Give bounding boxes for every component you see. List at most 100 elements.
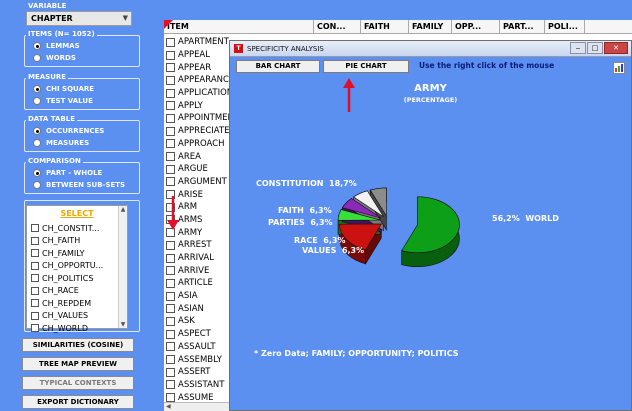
radio-icon[interactable] bbox=[33, 97, 41, 105]
checkbox-icon[interactable] bbox=[31, 324, 39, 333]
checkbox-icon[interactable] bbox=[31, 224, 39, 233]
column-header-faith[interactable]: FAITH bbox=[361, 20, 409, 33]
checkbox-icon[interactable] bbox=[31, 249, 39, 258]
table-row[interactable]: ARREST bbox=[166, 239, 230, 252]
table-row[interactable]: ASSERT bbox=[166, 366, 230, 379]
subset-list-item[interactable]: CH_FAMILY bbox=[27, 247, 127, 260]
checkbox-icon[interactable] bbox=[166, 101, 175, 111]
table-row[interactable]: ASIA bbox=[166, 290, 230, 303]
column-header-opp[interactable]: OPP... bbox=[452, 20, 500, 33]
checkbox-icon[interactable] bbox=[166, 37, 175, 47]
checkbox-icon[interactable] bbox=[166, 88, 175, 98]
checkbox-icon[interactable] bbox=[166, 393, 175, 403]
radio-between-subsets[interactable]: BETWEEN SUB-SETS bbox=[25, 179, 139, 191]
table-row[interactable]: ARGUE bbox=[166, 163, 230, 176]
checkbox-icon[interactable] bbox=[166, 367, 175, 377]
radio-lemmas[interactable]: LEMMAS bbox=[25, 40, 139, 52]
subset-list-item[interactable]: CH_VALUES bbox=[27, 310, 127, 323]
checkbox-icon[interactable] bbox=[166, 355, 175, 365]
checkbox-icon[interactable] bbox=[166, 152, 175, 162]
checkbox-icon[interactable] bbox=[166, 329, 175, 339]
subset-list-item[interactable]: CH_CONSTIT... bbox=[27, 222, 127, 235]
column-header-item[interactable]: ITEM bbox=[164, 20, 314, 33]
radio-selected-icon[interactable] bbox=[33, 127, 41, 135]
select-link[interactable]: SELECT bbox=[27, 209, 127, 218]
table-row[interactable]: AREA bbox=[166, 150, 230, 163]
export-dictionary-button[interactable]: EXPORT DICTIONARY bbox=[22, 395, 134, 409]
radio-selected-icon[interactable] bbox=[33, 85, 41, 93]
similarities-button[interactable]: SIMILARITIES (COSINE) bbox=[22, 338, 134, 352]
table-row[interactable]: APPEARANCE bbox=[166, 74, 230, 87]
table-row[interactable]: ARGUMENT bbox=[166, 176, 230, 189]
checkbox-icon[interactable] bbox=[166, 380, 175, 390]
scroll-up-icon[interactable]: ▲ bbox=[119, 206, 127, 213]
scroll-left-icon[interactable]: ◀ bbox=[166, 403, 171, 410]
table-row[interactable]: APPROACH bbox=[166, 138, 230, 151]
chevron-down-icon[interactable]: ▼ bbox=[123, 14, 128, 22]
table-row[interactable]: APPLY bbox=[166, 99, 230, 112]
column-header-poli[interactable]: POLI... bbox=[545, 20, 585, 33]
table-row[interactable]: APPRECIATE bbox=[166, 125, 230, 138]
typical-contexts-button[interactable]: TYPICAL CONTEXTS bbox=[22, 376, 134, 390]
checkbox-icon[interactable] bbox=[166, 278, 175, 288]
table-row[interactable]: APARTMENT bbox=[166, 36, 230, 49]
radio-words[interactable]: WORDS bbox=[25, 52, 139, 64]
checkbox-icon[interactable] bbox=[166, 139, 175, 149]
subset-list-item[interactable]: CH_FAITH bbox=[27, 235, 127, 248]
checkbox-icon[interactable] bbox=[166, 113, 175, 123]
subset-scrollbar[interactable]: ▲ ▼ bbox=[118, 206, 127, 328]
checkbox-icon[interactable] bbox=[166, 164, 175, 174]
checkbox-icon[interactable] bbox=[166, 50, 175, 60]
table-row[interactable]: ARTICLE bbox=[166, 277, 230, 290]
scroll-down-icon[interactable]: ▼ bbox=[119, 321, 127, 328]
column-header-family[interactable]: FAMILY bbox=[409, 20, 452, 33]
checkbox-icon[interactable] bbox=[166, 75, 175, 85]
variable-select[interactable]: CHAPTER ▼ bbox=[26, 11, 132, 26]
subset-list-item[interactable]: CH_POLITICS bbox=[27, 272, 127, 285]
checkbox-icon[interactable] bbox=[166, 177, 175, 187]
table-row[interactable]: APPEAL bbox=[166, 49, 230, 62]
checkbox-icon[interactable] bbox=[31, 261, 39, 270]
checkbox-icon[interactable] bbox=[166, 304, 175, 314]
checkbox-icon[interactable] bbox=[31, 311, 39, 320]
table-row[interactable]: APPEAR bbox=[166, 61, 230, 74]
radio-icon[interactable] bbox=[33, 181, 41, 189]
tree-map-preview-button[interactable]: TREE MAP PREVIEW bbox=[22, 357, 134, 371]
table-row[interactable]: ASIAN bbox=[166, 302, 230, 315]
checkbox-icon[interactable] bbox=[166, 253, 175, 263]
checkbox-icon[interactable] bbox=[31, 299, 39, 308]
checkbox-icon[interactable] bbox=[31, 236, 39, 245]
checkbox-icon[interactable] bbox=[166, 342, 175, 352]
radio-test-value[interactable]: TEST VALUE bbox=[25, 95, 139, 107]
table-row[interactable]: ASSISTANT bbox=[166, 379, 230, 392]
checkbox-icon[interactable] bbox=[166, 126, 175, 136]
table-hscroll[interactable]: ◀ bbox=[164, 402, 230, 411]
subset-list-item[interactable]: CH_RACE bbox=[27, 285, 127, 298]
radio-measures[interactable]: MEASURES bbox=[25, 137, 139, 149]
radio-occurrences[interactable]: OCCURRENCES bbox=[25, 125, 139, 137]
checkbox-icon[interactable] bbox=[166, 240, 175, 250]
table-row[interactable]: ASPECT bbox=[166, 328, 230, 341]
radio-part-whole[interactable]: PART - WHOLE bbox=[25, 167, 139, 179]
table-row[interactable]: ASK bbox=[166, 315, 230, 328]
subset-list-item[interactable]: CH_OPPORTU... bbox=[27, 260, 127, 273]
checkbox-icon[interactable] bbox=[31, 286, 39, 295]
subset-list-item[interactable]: CH_REPDEM bbox=[27, 297, 127, 310]
table-row[interactable]: APPLICATION bbox=[166, 87, 230, 100]
table-row[interactable]: ASSAULT bbox=[166, 341, 230, 354]
table-row[interactable]: ASSEMBLY bbox=[166, 353, 230, 366]
column-header-con[interactable]: CON... bbox=[314, 20, 361, 33]
subset-list-item[interactable]: CH_WORLD bbox=[27, 322, 127, 335]
radio-chi-square[interactable]: CHI SQUARE bbox=[25, 83, 139, 95]
table-row[interactable]: ARRIVAL bbox=[166, 252, 230, 265]
radio-selected-icon[interactable] bbox=[33, 42, 41, 50]
checkbox-icon[interactable] bbox=[166, 63, 175, 73]
table-row[interactable]: APPOINTMENT bbox=[166, 112, 230, 125]
checkbox-icon[interactable] bbox=[31, 274, 39, 283]
checkbox-icon[interactable] bbox=[166, 266, 175, 276]
column-header-part[interactable]: PART... bbox=[500, 20, 545, 33]
checkbox-icon[interactable] bbox=[166, 316, 175, 326]
radio-icon[interactable] bbox=[33, 54, 41, 62]
radio-selected-icon[interactable] bbox=[33, 169, 41, 177]
checkbox-icon[interactable] bbox=[166, 291, 175, 301]
